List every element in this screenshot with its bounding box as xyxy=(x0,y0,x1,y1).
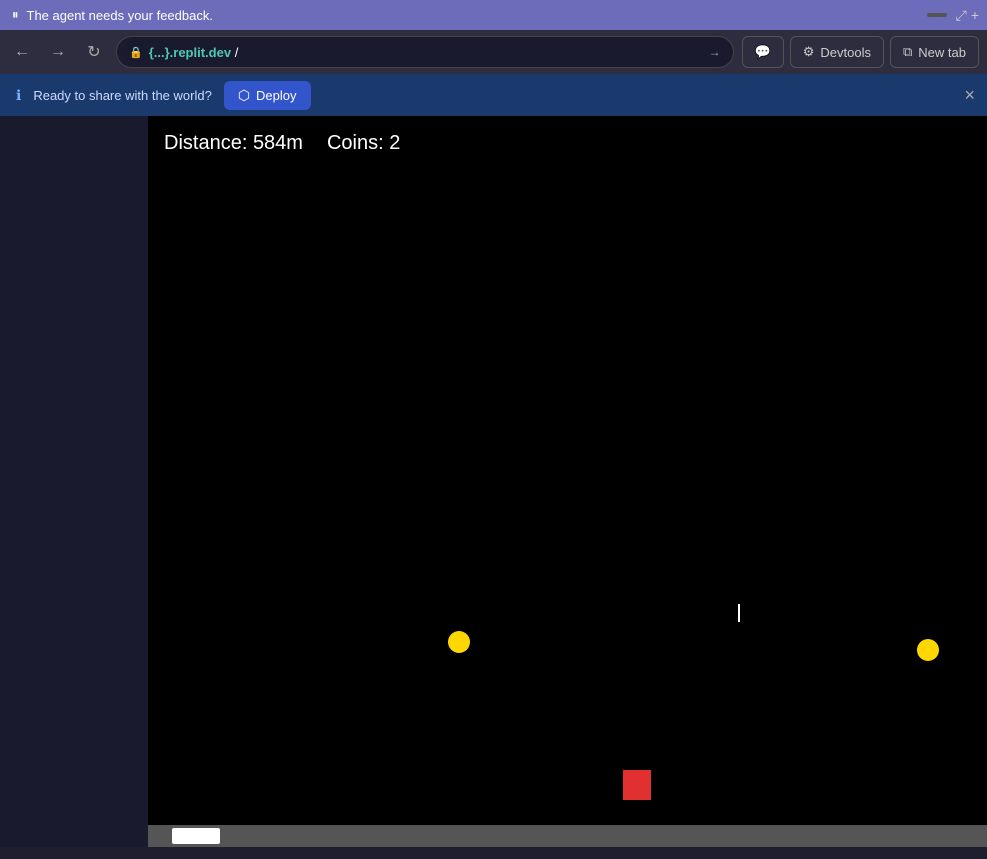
back-arrow-icon: ← xyxy=(14,43,30,61)
banner-close-button[interactable]: × xyxy=(964,86,975,104)
info-icon: ℹ xyxy=(16,87,21,104)
address-bar-right: 💬 ⚙ Devtools ⧉ New tab xyxy=(742,36,979,68)
address-bar-arrow-icon: → xyxy=(709,45,721,59)
deploy-banner: ℹ Ready to share with the world? ⬡ Deplo… xyxy=(0,74,987,116)
distance-value: 584m xyxy=(253,132,303,154)
reload-icon: ↻ xyxy=(87,42,100,62)
forward-button[interactable]: → xyxy=(44,38,72,66)
game-stats: Distance: 584m Coins: 2 xyxy=(164,132,400,155)
game-area[interactable]: Distance: 584m Coins: 2 xyxy=(148,116,987,847)
feedback-bar: ⏸ The agent needs your feedback. ⤢ + xyxy=(0,0,987,30)
chat-button[interactable]: 💬 xyxy=(742,36,784,68)
devtools-button[interactable]: ⚙ Devtools xyxy=(790,36,884,68)
coin-2 xyxy=(917,639,939,661)
distance-stat: Distance: 584m xyxy=(164,132,303,155)
distance-label: Distance: xyxy=(164,132,247,154)
back-button[interactable]: ← xyxy=(8,38,36,66)
scrollbar-container[interactable] xyxy=(148,825,987,847)
coins-stat: Coins: 2 xyxy=(327,132,400,155)
main-content: Distance: 584m Coins: 2 xyxy=(0,116,987,847)
deploy-label: Deploy xyxy=(256,88,296,103)
reload-button[interactable]: ↻ xyxy=(80,38,108,66)
feedback-text: The agent needs your feedback. xyxy=(27,8,213,23)
banner-text: Ready to share with the world? xyxy=(33,88,211,103)
expand-icon: + xyxy=(971,7,979,24)
devtools-icon: ⚙ xyxy=(803,44,815,60)
coins-value: 2 xyxy=(389,132,400,154)
new-tab-label: New tab xyxy=(918,45,966,60)
deploy-button[interactable]: ⬡ Deploy xyxy=(224,81,311,110)
resize-icon: ⤢ xyxy=(956,7,967,24)
lock-icon: 🔒 xyxy=(129,46,143,59)
text-cursor xyxy=(738,604,740,622)
deploy-icon: ⬡ xyxy=(238,87,250,104)
forward-arrow-icon: → xyxy=(50,43,66,61)
devtools-label: Devtools xyxy=(820,45,871,60)
new-tab-icon: ⧉ xyxy=(903,44,912,60)
sidebar xyxy=(0,116,148,847)
nav-bar: ← → ↻ 🔒 {...}.replit.dev / → 💬 ⚙ Devtool… xyxy=(0,30,987,74)
new-tab-button[interactable]: ⧉ New tab xyxy=(890,36,979,68)
url-brand: {...}.replit.dev / xyxy=(149,45,239,60)
scrollbar-thumb[interactable] xyxy=(172,828,220,844)
address-bar[interactable]: 🔒 {...}.replit.dev / → xyxy=(116,36,734,68)
feedback-action-button[interactable] xyxy=(927,13,947,17)
coin-1 xyxy=(448,631,470,653)
obstacle-1 xyxy=(623,770,651,800)
chat-icon: 💬 xyxy=(755,44,771,60)
resize-icons: ⤢ + xyxy=(956,7,979,24)
feedback-actions xyxy=(927,13,947,17)
coins-label: Coins: xyxy=(327,132,384,154)
